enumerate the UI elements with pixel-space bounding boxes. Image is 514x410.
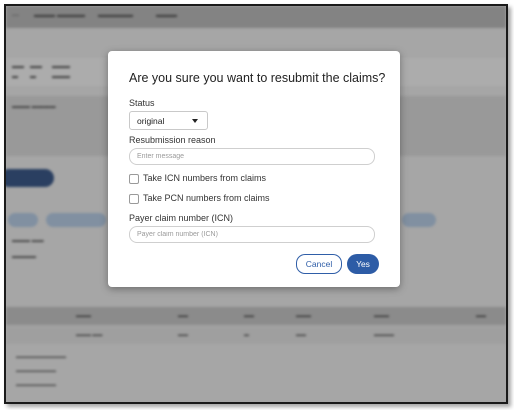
status-select[interactable]: original [129, 111, 208, 130]
status-label: Status [129, 98, 155, 108]
resubmission-reason-input[interactable] [129, 148, 375, 165]
app-window: — ▬▬▬ ▬▬▬▬ ▬▬▬▬▬ ▬▬▬ ▬▬ ▬▬ ▬▬▬ ▬ ▬ ▬▬▬ ▬… [4, 4, 508, 404]
dialog-title: Are you sure you want to resubmit the cl… [129, 71, 386, 85]
cancel-button[interactable]: Cancel [296, 254, 342, 274]
resubmission-reason-label: Resubmission reason [129, 135, 216, 145]
take-pcn-checkbox-label[interactable]: Take PCN numbers from claims [143, 193, 270, 203]
take-pcn-checkbox[interactable] [129, 194, 139, 204]
yes-button[interactable]: Yes [347, 254, 379, 274]
resubmit-claims-dialog: Are you sure you want to resubmit the cl… [108, 51, 400, 287]
take-icn-checkbox-label[interactable]: Take ICN numbers from claims [143, 173, 266, 183]
take-icn-checkbox[interactable] [129, 174, 139, 184]
payer-claim-number-input[interactable] [129, 226, 375, 243]
caret-down-icon [192, 119, 198, 123]
payer-claim-number-label: Payer claim number (ICN) [129, 213, 234, 223]
status-select-value: original [137, 116, 165, 126]
